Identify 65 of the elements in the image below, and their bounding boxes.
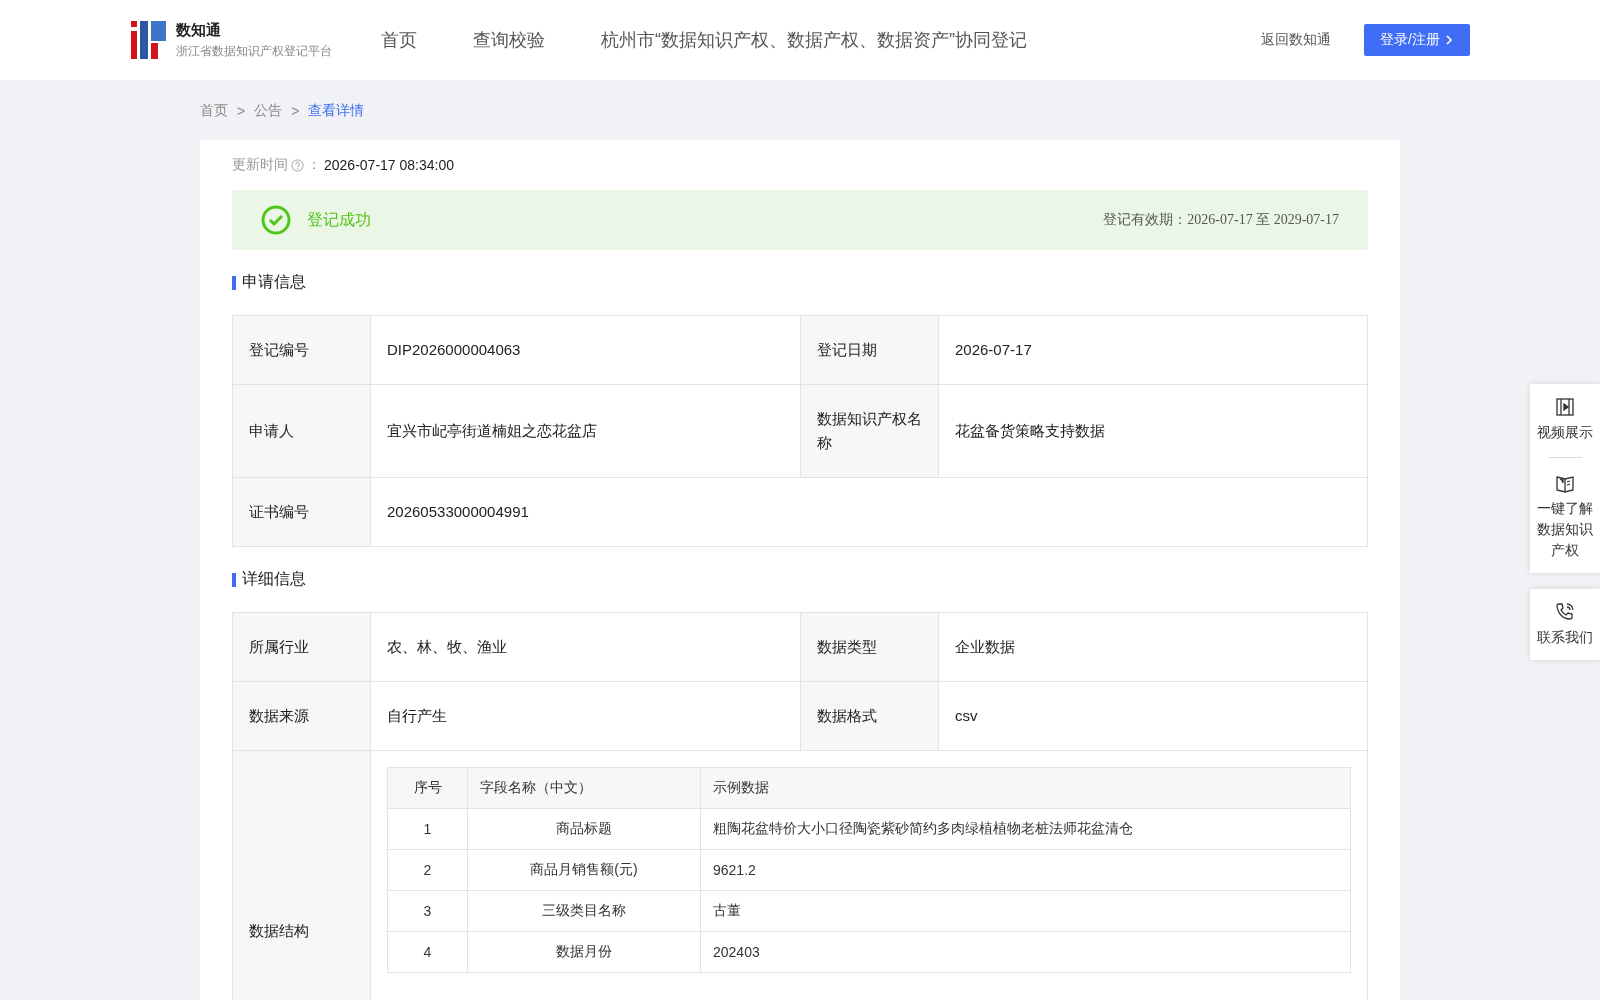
field-label: 数据格式 xyxy=(801,682,939,751)
section-marker xyxy=(232,572,236,587)
update-label: 更新时间 xyxy=(232,156,288,174)
field-label: 所属行业 xyxy=(233,613,371,682)
field-label: 证书编号 xyxy=(233,478,371,547)
table-cell: 1 xyxy=(387,808,468,850)
status-text: 登记成功 xyxy=(307,209,372,230)
field-value: csv xyxy=(939,682,1368,751)
table-cell: 商品月销售额(元) xyxy=(467,849,701,891)
field-value: 企业数据 xyxy=(939,613,1368,682)
table-cell: 古董 xyxy=(700,890,1351,932)
film-icon xyxy=(1554,396,1576,418)
field-label: 申请人 xyxy=(233,385,371,478)
table-cell: 商品标题 xyxy=(467,808,701,850)
table-cell: 数据月份 xyxy=(467,931,701,973)
field-label: 数据知识产权名称 xyxy=(801,385,939,478)
field-label: 数据类型 xyxy=(801,613,939,682)
logo-icon xyxy=(131,21,166,59)
table-cell: 9621.2 xyxy=(700,849,1351,891)
field-value: 自行产生 xyxy=(371,682,801,751)
side-link[interactable]: 视频展示 xyxy=(1531,396,1599,443)
table-cell: 三级类目名称 xyxy=(467,890,701,932)
help-icon xyxy=(291,158,304,172)
section-marker xyxy=(232,275,236,290)
login-button[interactable]: 登录/注册 xyxy=(1364,24,1470,56)
nav-link[interactable]: 查询校验 xyxy=(473,28,545,52)
column-header: 示例数据 xyxy=(700,767,1351,809)
field-label: 登记编号 xyxy=(233,316,371,385)
validity-text: 登记有效期：2026-07-17 至 2029-07-17 xyxy=(1103,211,1339,229)
section-title: 申请信息 xyxy=(242,272,306,292)
side-label: 视频展示 xyxy=(1537,423,1593,442)
nav-link[interactable]: 首页 xyxy=(381,28,417,52)
check-circle-icon xyxy=(261,205,291,235)
column-header: 序号 xyxy=(387,767,468,809)
field-label: 数据来源 xyxy=(233,682,371,751)
side-link[interactable]: 联系我们 xyxy=(1531,601,1599,648)
breadcrumb-separator: > xyxy=(291,103,300,119)
update-time: 2026-07-17 08:34:00 xyxy=(324,157,454,173)
phone-icon xyxy=(1554,601,1576,623)
table-cell: 2 xyxy=(387,849,468,891)
logo-subtitle: 浙江省数据知识产权登记平台 xyxy=(176,42,332,60)
nav-link[interactable]: 杭州市“数据知识产权、数据产权、数据资产”协同登记 xyxy=(601,28,1027,52)
table-cell: 3 xyxy=(387,890,468,932)
field-label: 数据结构 xyxy=(233,751,371,1000)
field-value: DIP2026000004063 xyxy=(371,316,801,385)
breadcrumb-separator: > xyxy=(237,103,246,119)
side-label: 联系我们 xyxy=(1537,628,1593,647)
back-link[interactable]: 返回数知通 xyxy=(1261,31,1332,49)
table-cell: 202403 xyxy=(700,931,1351,973)
update-colon: ： xyxy=(307,156,321,174)
field-value: 2026-07-17 xyxy=(939,316,1368,385)
table-cell: 4 xyxy=(387,931,468,973)
field-value: 宜兴市屺亭街道楠姐之恋花盆店 xyxy=(371,385,801,478)
column-header: 字段名称（中文） xyxy=(467,767,701,809)
side-link[interactable]: 一键了解数据知识产权 xyxy=(1531,472,1599,561)
table-cell: 粗陶花盆特价大小口径陶瓷紫砂简约多肉绿植植物老桩法师花盆清仓 xyxy=(700,808,1351,850)
logo-title: 数知通 xyxy=(176,20,222,40)
field-label: 登记日期 xyxy=(801,316,939,385)
section-title: 详细信息 xyxy=(242,569,306,589)
side-label: 一键了解数据知识产权 xyxy=(1537,499,1593,560)
field-value: 20260533000004991 xyxy=(371,478,1368,547)
breadcrumb-link[interactable]: 查看详情 xyxy=(308,102,365,120)
field-value: 农、林、牧、渔业 xyxy=(371,613,801,682)
chevron-right-icon xyxy=(1444,35,1454,45)
field-value: 花盆备货策略支持数据 xyxy=(939,385,1368,478)
